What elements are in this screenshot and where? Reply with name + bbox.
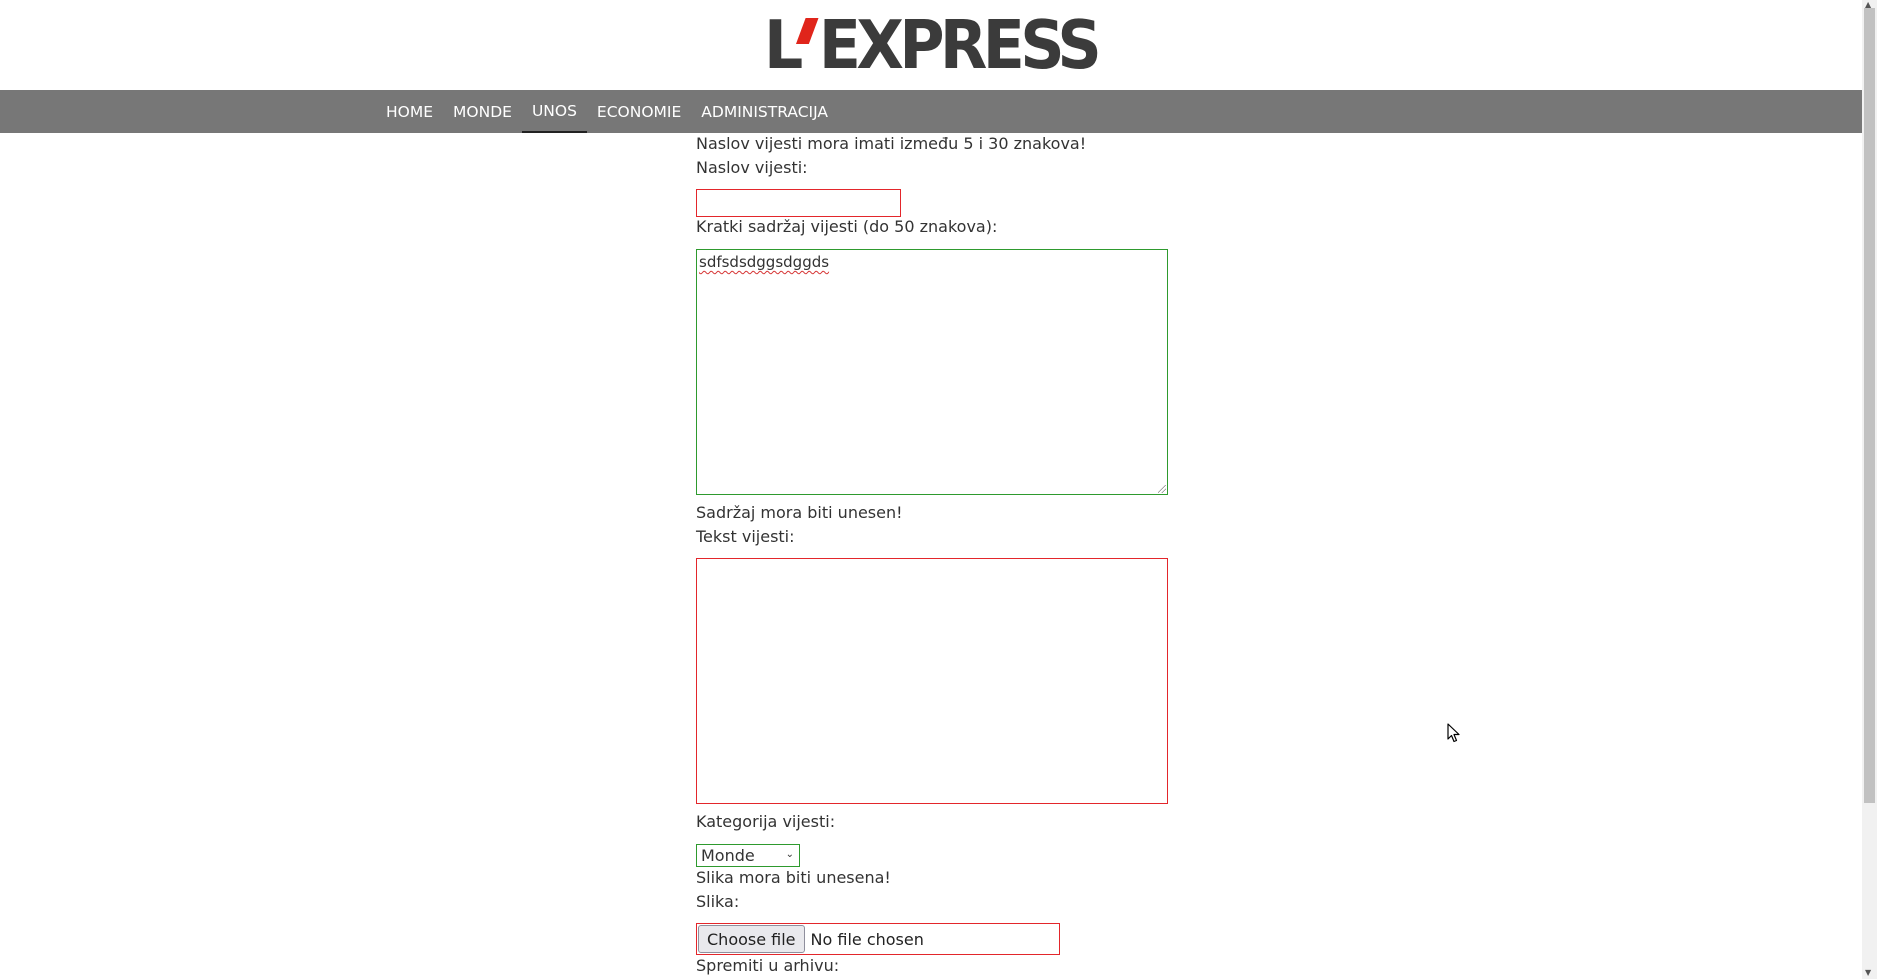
summary-textarea[interactable]: sdfsdsdggsdggds bbox=[696, 249, 1168, 495]
nav-item-economie[interactable]: ECONOMIE bbox=[587, 90, 691, 133]
image-label: Slika: bbox=[696, 892, 740, 911]
archive-label: Spremiti u arhivu: bbox=[696, 956, 840, 975]
content-label: Tekst vijesti: bbox=[696, 527, 795, 546]
title-error-message: Naslov vijesti mora imati između 5 i 30 … bbox=[696, 134, 1087, 153]
logo-apostrophe-icon bbox=[795, 18, 819, 44]
mouse-pointer-icon bbox=[1447, 723, 1460, 743]
image-file-input[interactable]: Choose file No file chosen bbox=[696, 923, 1060, 955]
content-textarea[interactable] bbox=[696, 558, 1168, 804]
file-status: No file chosen bbox=[810, 929, 924, 949]
main-nav: HOME MONDE UNOS ECONOMIE ADMINISTRACIJA bbox=[0, 90, 1862, 133]
header: L EXPRESS bbox=[0, 0, 1862, 90]
nav-item-monde[interactable]: MONDE bbox=[443, 90, 522, 133]
scroll-down-arrow-icon[interactable]: ▼ bbox=[1865, 969, 1871, 977]
choose-file-button[interactable]: Choose file bbox=[698, 925, 805, 953]
nav-item-administracija[interactable]: ADMINISTRACIJA bbox=[691, 90, 838, 133]
nav-item-home[interactable]: HOME bbox=[376, 90, 443, 133]
category-label: Kategorija vijesti: bbox=[696, 812, 836, 831]
chevron-down-icon: ⌄ bbox=[785, 849, 794, 860]
category-select[interactable]: Monde ⌄ bbox=[696, 844, 800, 867]
title-input[interactable] bbox=[696, 189, 901, 217]
nav-item-unos[interactable]: UNOS bbox=[521, 90, 587, 133]
category-selected-value: Monde bbox=[701, 846, 755, 865]
title-label: Naslov vijesti: bbox=[696, 158, 808, 177]
logo-letter: L bbox=[764, 6, 803, 84]
image-error-message: Slika mora biti unesena! bbox=[696, 868, 891, 887]
summary-text: sdfsdsdggsdggds bbox=[699, 253, 830, 271]
summary-label: Kratki sadržaj vijesti (do 50 znakova): bbox=[696, 217, 998, 236]
logo-wordmark: EXPRESS bbox=[818, 6, 1102, 84]
page: L EXPRESS HOME MONDE UNOS ECONOMIE ADMIN… bbox=[0, 0, 1877, 979]
resize-handle-icon[interactable] bbox=[1158, 485, 1166, 493]
site-logo[interactable]: L EXPRESS bbox=[764, 6, 1102, 84]
scrollbar-thumb[interactable] bbox=[1864, 8, 1875, 803]
content-error-message: Sadržaj mora biti unesen! bbox=[696, 503, 903, 522]
vertical-scrollbar[interactable]: ▲ ▼ bbox=[1862, 0, 1877, 979]
